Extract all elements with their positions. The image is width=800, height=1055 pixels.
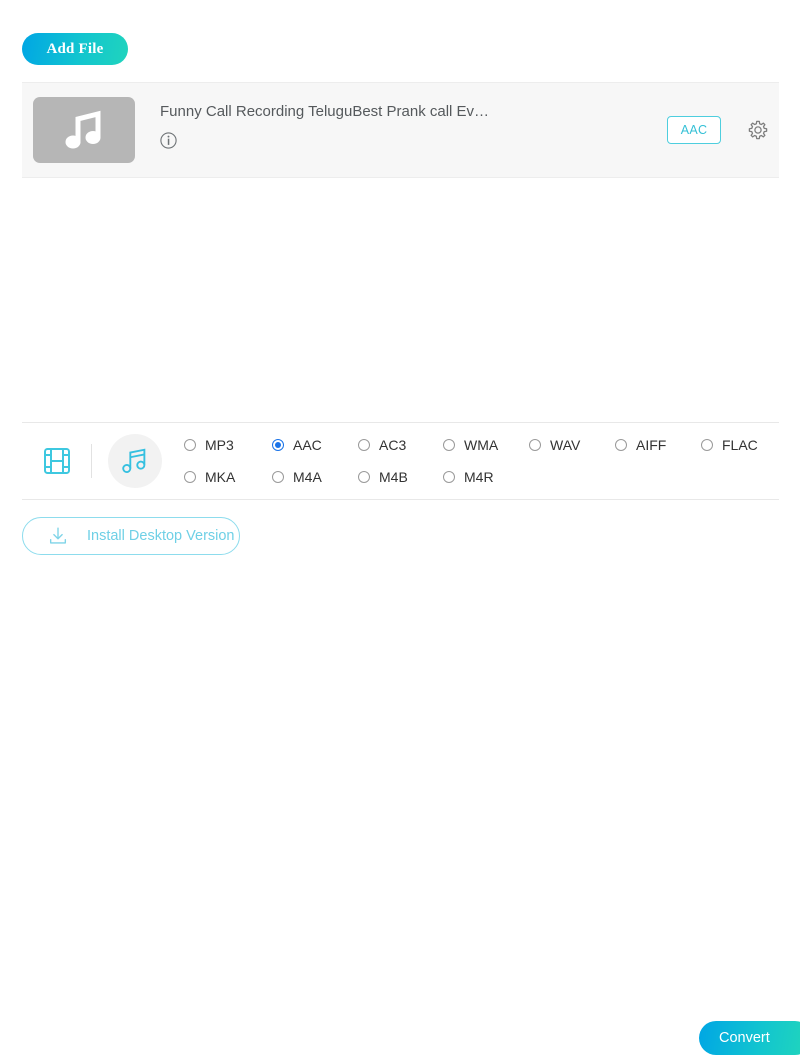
video-formats-tab[interactable] [35,439,79,483]
format-row-1: MP3 AAC AC3 WMA WAV AIFF FLAC [184,433,779,457]
format-option-aiff[interactable]: AIFF [615,437,701,453]
radio-mark [272,439,284,451]
audio-formats-tab[interactable] [108,434,162,488]
info-icon[interactable] [160,132,177,154]
radio-mark [358,471,370,483]
top-toolbar: Add File [0,0,800,78]
gear-icon[interactable] [747,119,769,141]
radio-mark [615,439,627,451]
file-row[interactable]: Funny Call Recording TeluguBest Prank ca… [22,82,779,178]
format-option-label: AIFF [636,437,667,453]
add-file-button[interactable]: Add File [22,33,128,65]
install-desktop-version-button[interactable]: Install Desktop Version [22,517,240,555]
radio-mark [443,439,455,451]
format-option-m4a[interactable]: M4A [272,469,358,485]
file-thumbnail [33,97,135,163]
radio-mark [272,471,284,483]
file-format-badge[interactable]: AAC [667,116,721,144]
format-option-label: MP3 [205,437,234,453]
file-title: Funny Call Recording TeluguBest Prank ca… [160,103,490,120]
format-option-label: WMA [464,437,499,453]
file-list: Funny Call Recording TeluguBest Prank ca… [22,82,779,178]
format-selection-bar: MP3 AAC AC3 WMA WAV AIFF FLAC MKA M4A M4… [22,422,779,500]
format-option-mp3[interactable]: MP3 [184,437,272,453]
music-note-icon [65,110,101,149]
format-option-mka[interactable]: MKA [184,469,272,485]
install-desktop-version-label: Install Desktop Version [87,528,235,544]
radio-mark [358,439,370,451]
radio-mark [529,439,541,451]
format-option-label: M4A [293,469,322,485]
music-note-icon [122,448,146,474]
format-option-label: AAC [293,437,322,453]
format-bar-divider [91,444,92,478]
format-option-label: WAV [550,437,581,453]
format-option-label: M4R [464,469,494,485]
format-option-wav[interactable]: WAV [529,437,615,453]
format-option-aac[interactable]: AAC [272,437,358,453]
format-option-m4b[interactable]: M4B [358,469,443,485]
format-option-label: M4B [379,469,408,485]
radio-mark [184,471,196,483]
format-option-label: AC3 [379,437,407,453]
format-row-2: MKA M4A M4B M4R [184,465,779,489]
file-info: Funny Call Recording TeluguBest Prank ca… [160,103,667,154]
format-option-flac[interactable]: FLAC [701,437,758,453]
download-icon [47,525,69,547]
radio-mark [184,439,196,451]
film-strip-icon [44,448,70,474]
format-option-m4r[interactable]: M4R [443,469,494,485]
format-option-wma[interactable]: WMA [443,437,529,453]
file-row-actions: AAC [667,116,769,144]
format-option-label: MKA [205,469,236,485]
bottom-bar: Install Desktop Version Convert [0,505,800,1055]
format-option-ac3[interactable]: AC3 [358,437,443,453]
format-option-label: FLAC [722,437,758,453]
convert-button[interactable]: Convert [699,1021,800,1055]
radio-mark [701,439,713,451]
audio-format-options: MP3 AAC AC3 WMA WAV AIFF FLAC MKA M4A M4… [184,433,779,489]
radio-mark [443,471,455,483]
